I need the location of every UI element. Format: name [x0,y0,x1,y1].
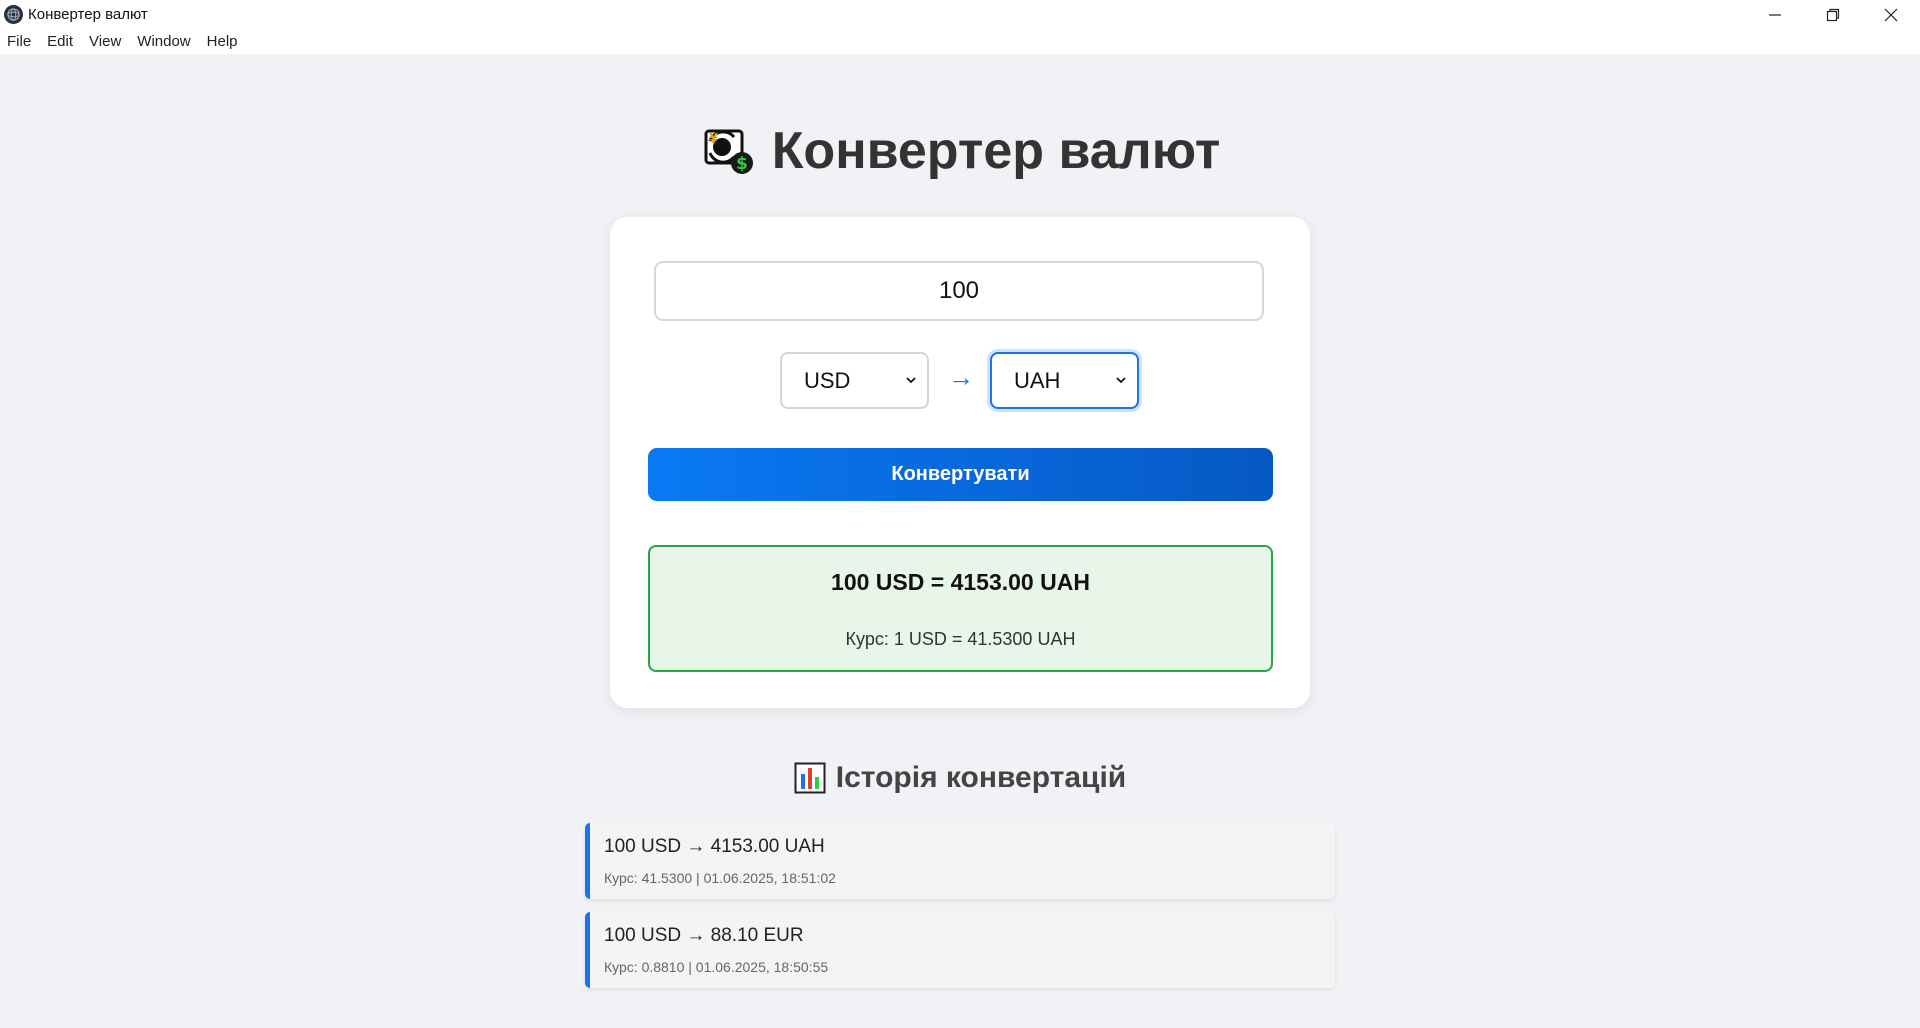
app-icon [4,5,23,24]
amount-input[interactable] [654,261,1264,321]
from-currency-select[interactable]: USD [780,352,929,409]
converter-card: USD → UAH Конвертувати 100 USD = 4153.00… [610,217,1310,708]
history-title-text: Історія конвертацій [835,761,1127,794]
bar-chart-icon [794,762,826,794]
history-item[interactable]: 100 USD → 88.10 EUR Курс: 0.8810 | 01.06… [585,912,1335,988]
history-item-main: 100 USD → 4153.00 UAH [604,836,825,857]
history-item-main: 100 USD → 88.10 EUR [604,925,804,946]
to-currency-value: UAH [1014,367,1061,393]
convert-button[interactable]: Конвертувати [648,448,1273,501]
result-value: 100 USD = 4153.00 UAH [831,569,1090,595]
menu-edit[interactable]: Edit [47,33,73,50]
direction-arrow: → [948,362,974,392]
menu-help[interactable]: Help [207,33,238,50]
result-box: 100 USD = 4153.00 UAH Курс: 1 USD = 41.5… [648,545,1273,672]
menu-view[interactable]: View [89,33,121,50]
svg-text:¥: ¥ [709,132,718,147]
window-controls [1746,0,1920,29]
currency-exchange-icon: ¥ $ [704,129,753,174]
history-item-details: Курс: 41.5300 | 01.06.2025, 18:51:02 [604,870,836,886]
from-currency-value: USD [804,367,851,393]
history-title: Історія конвертацій [0,761,1920,795]
menu-bar: File Edit View Window Help [0,29,1920,54]
chevron-down-icon [1116,377,1126,384]
menu-file[interactable]: File [7,33,31,50]
close-button[interactable] [1862,0,1920,29]
close-icon [1884,8,1898,21]
menu-window[interactable]: Window [137,33,190,50]
to-currency-select[interactable]: UAH [990,352,1139,409]
history-item-details: Курс: 0.8810 | 01.06.2025, 18:50:55 [604,959,829,975]
page-title: ¥ $ Конвертер валют [0,121,1920,181]
minimize-icon [1769,13,1781,16]
svg-text:$: $ [736,154,748,174]
title-bar: Конвертер валют [0,0,1920,29]
page-title-text: Конвертер валют [771,122,1221,180]
result-rate: Курс: 1 USD = 41.5300 UAH [845,629,1076,649]
main-content: ¥ $ Конвертер валют USD → UAH Конвертува… [0,54,1920,1028]
chevron-down-icon [906,377,916,384]
minimize-button[interactable] [1746,0,1804,29]
restore-icon [1826,8,1840,21]
restore-button[interactable] [1804,0,1862,29]
history-item[interactable]: 100 USD → 4153.00 UAH Курс: 41.5300 | 01… [585,823,1335,899]
window-title: Конвертер валют [28,6,148,23]
